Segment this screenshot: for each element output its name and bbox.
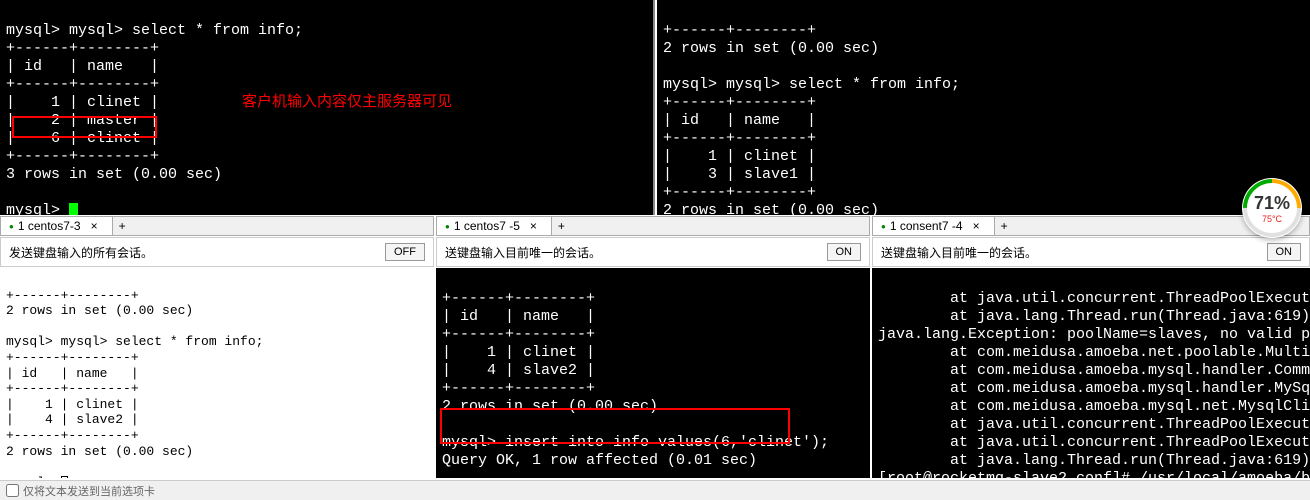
header: | id | name | <box>6 58 159 75</box>
border: +------+--------+ <box>6 148 159 165</box>
status-dot-icon: ● <box>881 222 886 231</box>
broadcast-bar-3: 送键盘输入目前唯一的会话。 ON <box>872 237 1310 267</box>
broadcast-bar-1: 发送键盘输入的所有会话。 OFF <box>0 237 434 267</box>
sql-line: mysql> mysql> select * from info; <box>6 22 303 39</box>
cursor-icon <box>69 203 78 215</box>
highlight-box-1 <box>12 116 157 138</box>
row: | 1 | clinet | <box>6 94 159 111</box>
cpu-gauge: 71% 75°C <box>1242 178 1302 238</box>
stack-line: at com.meidusa.amoeba.mysql.handler.MySq… <box>878 380 1310 397</box>
tab-centos7-5[interactable]: ● 1 centos7 -5 × <box>437 217 552 235</box>
terminal-slave1[interactable]: +------+--------+ 2 rows in set (0.00 se… <box>657 0 1310 215</box>
sql-line: mysql> mysql> select * from info; <box>663 76 960 93</box>
toggle-on-button[interactable]: ON <box>1267 243 1302 261</box>
stack-line: at java.lang.Thread.run(Thread.java:619) <box>878 452 1310 469</box>
footer-checkbox[interactable] <box>6 484 19 497</box>
broadcast-msg: 送键盘输入目前唯一的会话。 <box>881 244 1037 261</box>
sql-line: mysql> mysql> select * from info; <box>6 334 263 349</box>
border: +------+--------+ <box>663 94 816 111</box>
border: +------+--------+ <box>6 381 139 396</box>
border: +------+--------+ <box>6 350 139 365</box>
highlight-box-2 <box>440 408 790 444</box>
border: +------+--------+ <box>663 130 816 147</box>
header: | id | name | <box>663 112 816 129</box>
close-icon[interactable]: × <box>967 219 986 233</box>
tab-bar-1: ● 1 centos7-3 × + <box>0 216 434 236</box>
tab-label: 1 consent7 -4 <box>890 219 963 233</box>
header: | id | name | <box>442 308 595 325</box>
border: +------+--------+ <box>6 40 159 57</box>
status-dot-icon: ● <box>9 222 14 231</box>
terminal-centos7-5[interactable]: +------+--------+ | id | name | +------+… <box>436 268 870 478</box>
row: | 3 | slave1 | <box>663 166 816 183</box>
toggle-off-button[interactable]: OFF <box>385 243 425 261</box>
terminal-consent7-4[interactable]: at java.util.concurrent.ThreadPoolExecut… <box>872 268 1310 478</box>
stack-line: at java.util.concurrent.ThreadPoolExecut… <box>878 434 1310 451</box>
row: | 1 | clinet | <box>442 344 595 361</box>
stack-line: at java.util.concurrent.ThreadPoolExecut… <box>878 416 1310 433</box>
stack-line: at java.util.concurrent.ThreadPoolExecut… <box>878 290 1310 307</box>
stack-line: at com.meidusa.amoeba.mysql.net.MysqlCli… <box>878 398 1310 415</box>
query-ok: Query OK, 1 row affected (0.01 sec) <box>442 452 757 469</box>
border: +------+--------+ <box>442 326 595 343</box>
toggle-on-button[interactable]: ON <box>827 243 862 261</box>
row: | 4 | slave2 | <box>6 412 139 427</box>
footer-text: 仅将文本发送到当前选项卡 <box>23 483 155 499</box>
footer-bar: 仅将文本发送到当前选项卡 <box>0 480 1310 500</box>
broadcast-msg: 发送键盘输入的所有会话。 <box>9 244 153 261</box>
prompt: mysql> <box>6 202 69 215</box>
header: | id | name | <box>6 366 139 381</box>
border: +------+--------+ <box>6 288 139 303</box>
stack-line: java.lang.Exception: poolName=slaves, no… <box>878 326 1310 343</box>
stack-line: at java.lang.Thread.run(Thread.java:619) <box>878 308 1310 325</box>
broadcast-msg: 送键盘输入目前唯一的会话。 <box>445 244 601 261</box>
stack-line: at com.meidusa.amoeba.mysql.handler.Comm… <box>878 362 1310 379</box>
border: +------+--------+ <box>442 380 595 397</box>
broadcast-bar-2: 送键盘输入目前唯一的会话。 ON <box>436 237 870 267</box>
close-icon[interactable]: × <box>524 219 543 233</box>
row: | 4 | slave2 | <box>442 362 595 379</box>
border: +------+--------+ <box>6 76 159 93</box>
border: +------+--------+ <box>663 184 816 201</box>
row: | 1 | clinet | <box>663 148 816 165</box>
terminal-centos7-3[interactable]: +------+--------+ 2 rows in set (0.00 se… <box>0 268 434 478</box>
tab-label: 1 centos7-3 <box>18 219 81 233</box>
prompt: mysql> <box>6 475 61 478</box>
stack-line: at com.meidusa.amoeba.net.poolable.Multi… <box>878 344 1310 361</box>
result: 2 rows in set (0.00 sec) <box>6 303 193 318</box>
add-tab-button[interactable]: + <box>995 219 1014 233</box>
add-tab-button[interactable]: + <box>113 219 132 233</box>
annotation-text: 客户机输入内容仅主服务器可见 <box>242 90 452 111</box>
shell-line: [root@rocketmq-slave2 conf]# /usr/local/… <box>878 470 1310 478</box>
tab-bar-2: ● 1 centos7 -5 × + <box>436 216 870 236</box>
tab-centos7-3[interactable]: ● 1 centos7-3 × <box>1 217 113 235</box>
row: | 1 | clinet | <box>6 397 139 412</box>
border: +------+--------+ <box>442 290 595 307</box>
border: +------+--------+ <box>6 428 139 443</box>
status-dot-icon: ● <box>445 222 450 231</box>
result: 2 rows in set (0.00 sec) <box>663 202 879 215</box>
result: 2 rows in set (0.00 sec) <box>663 40 879 57</box>
tab-label: 1 centos7 -5 <box>454 219 520 233</box>
cursor-icon <box>61 476 68 478</box>
result: 3 rows in set (0.00 sec) <box>6 166 222 183</box>
border: +------+--------+ <box>663 22 816 39</box>
add-tab-button[interactable]: + <box>552 219 571 233</box>
result: 2 rows in set (0.00 sec) <box>6 444 193 459</box>
tab-consent7-4[interactable]: ● 1 consent7 -4 × <box>873 217 995 235</box>
close-icon[interactable]: × <box>85 219 104 233</box>
